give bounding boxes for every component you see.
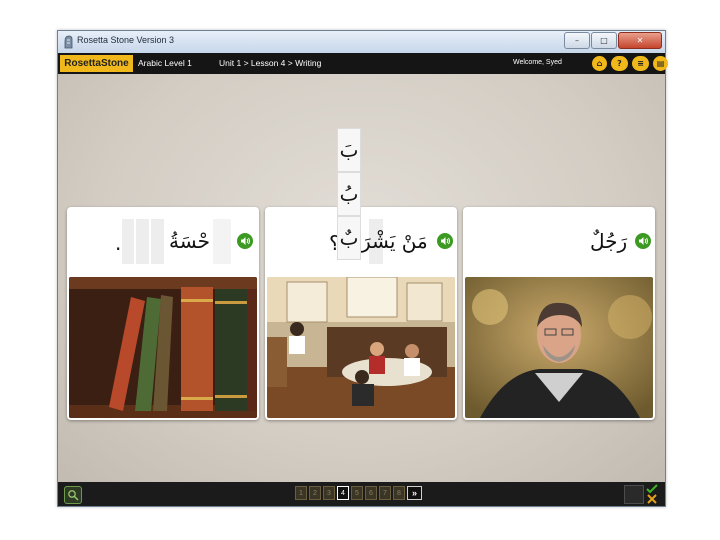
page-button[interactable]: 5 bbox=[351, 486, 363, 500]
menu-icon[interactable]: ≡ bbox=[632, 56, 649, 71]
books-photo bbox=[69, 277, 257, 418]
letter-blank[interactable] bbox=[122, 219, 134, 264]
course-label: Arabic Level 1 bbox=[138, 58, 192, 68]
arabic-word: حْسَةُ bbox=[169, 229, 210, 253]
page-button[interactable]: 3 bbox=[323, 486, 335, 500]
letter-tile[interactable]: بُ bbox=[337, 172, 361, 216]
app-window: Rosetta Stone Version 3 – □ ✕ RosettaSto… bbox=[57, 30, 668, 507]
welcome-text: Welcome, Syed bbox=[513, 59, 562, 66]
top-icon-group: ⌂ ? ≡ ▤ bbox=[592, 56, 668, 71]
arabic-word: مَنْ يَشْرَ bbox=[361, 229, 428, 253]
lesson-stage: . حْسَةُ ؟ مَنْ يَشْرَ رَجُلٌ بَ بُ بٌ bbox=[58, 74, 665, 482]
rosetta-stone-logo: RosettaStone bbox=[60, 55, 133, 72]
answer-indicator-box bbox=[624, 485, 644, 504]
page-button-current[interactable]: 4 bbox=[337, 486, 349, 500]
help-icon[interactable]: ? bbox=[611, 56, 628, 71]
speaker-icon[interactable] bbox=[437, 233, 453, 249]
sentence-period: . bbox=[115, 231, 122, 255]
chat-icon[interactable]: ▤ bbox=[653, 56, 668, 71]
maximize-button[interactable]: □ bbox=[591, 32, 617, 49]
window-controls: – □ ✕ bbox=[564, 32, 662, 49]
arabic-word: رَجُلٌ bbox=[590, 229, 628, 253]
bottom-bar: 1 2 3 4 5 6 7 8 » bbox=[58, 482, 665, 506]
card-right[interactable]: رَجُلٌ bbox=[463, 207, 655, 420]
letter-tile[interactable]: بٌ bbox=[337, 216, 361, 260]
man-photo bbox=[465, 277, 653, 418]
card-middle[interactable]: ؟ مَنْ يَشْرَ bbox=[265, 207, 457, 420]
app-header-bar: RosettaStone Arabic Level 1 Unit 1 > Les… bbox=[58, 53, 668, 74]
next-page-button[interactable]: » bbox=[407, 486, 422, 500]
page-button[interactable]: 7 bbox=[379, 486, 391, 500]
page-button[interactable]: 2 bbox=[309, 486, 321, 500]
title-bar: Rosetta Stone Version 3 – □ ✕ bbox=[58, 31, 665, 53]
page-button[interactable]: 1 bbox=[295, 486, 307, 500]
card-left[interactable]: . حْسَةُ bbox=[67, 207, 259, 420]
close-button[interactable]: ✕ bbox=[618, 32, 662, 49]
page-navigator: 1 2 3 4 5 6 7 8 » bbox=[295, 486, 422, 500]
home-icon[interactable]: ⌂ bbox=[592, 56, 607, 71]
page-button[interactable]: 8 bbox=[393, 486, 405, 500]
speaker-icon[interactable] bbox=[237, 233, 253, 249]
window-title: Rosetta Stone Version 3 bbox=[77, 35, 175, 45]
restaurant-photo bbox=[267, 277, 455, 418]
letter-blank[interactable] bbox=[213, 219, 231, 264]
page-button[interactable]: 6 bbox=[365, 486, 377, 500]
letter-blank[interactable] bbox=[136, 219, 149, 264]
speaker-icon[interactable] bbox=[635, 233, 651, 249]
letter-blank[interactable] bbox=[151, 219, 164, 264]
breadcrumb[interactable]: Unit 1 > Lesson 4 > Writing bbox=[219, 58, 321, 68]
magnify-icon[interactable] bbox=[64, 486, 82, 504]
letter-tile[interactable]: بَ bbox=[337, 128, 361, 172]
rosetta-stone-app-icon bbox=[64, 35, 73, 49]
minimize-button[interactable]: – bbox=[564, 32, 590, 49]
check-x-icon[interactable] bbox=[645, 484, 659, 504]
